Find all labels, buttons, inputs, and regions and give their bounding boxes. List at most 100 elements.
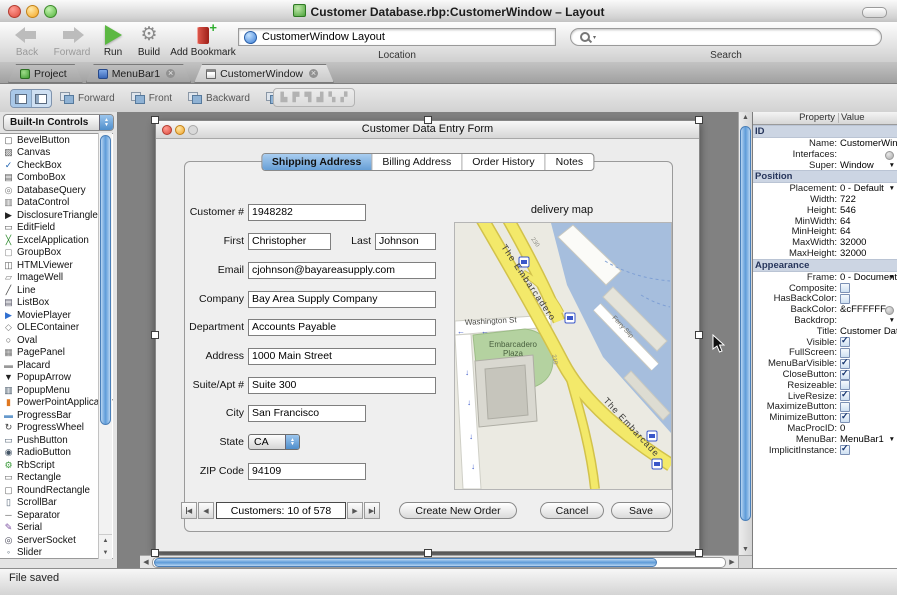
library-item-disclosuretriangle[interactable]: ▶DisclosureTriangle [0, 209, 113, 222]
state-popup[interactable]: CA▲▼ [248, 434, 300, 450]
selection-handle-se[interactable] [695, 549, 703, 557]
library-item-olecontainer[interactable]: ◇OLEContainer [0, 322, 113, 335]
property-checkbox[interactable] [840, 380, 850, 390]
value-column-header[interactable]: Value [841, 112, 865, 124]
property-checkbox[interactable] [840, 391, 850, 401]
library-item-editfield[interactable]: ▭EditField [0, 222, 113, 235]
build-button[interactable]: ⚙ Build [132, 24, 166, 58]
library-item-canvas[interactable]: ▨Canvas [0, 147, 113, 160]
add-bookmark-button[interactable]: Add Bookmark [168, 24, 238, 58]
property-value[interactable] [840, 402, 897, 412]
library-item-popupmenu[interactable]: ▥PopupMenu [0, 384, 113, 397]
dropdown-arrow-icon[interactable]: ▼ [889, 317, 895, 324]
library-item-radiobutton[interactable]: ◉RadioButton [0, 447, 113, 460]
library-item-datacontrol[interactable]: ▥DataControl [0, 197, 113, 210]
front-button[interactable]: Front [131, 92, 172, 104]
selection-handle-s[interactable] [424, 549, 432, 557]
property-value[interactable] [840, 370, 897, 380]
cancel-button[interactable]: Cancel [540, 502, 604, 519]
property-checkbox[interactable] [840, 294, 850, 304]
property-value[interactable] [840, 359, 897, 369]
property-value[interactable]: 0 [840, 423, 897, 434]
design-window[interactable]: Customer Data Entry Form Shipping Addres… [155, 120, 700, 552]
library-item-databasequery[interactable]: ◎DatabaseQuery [0, 184, 113, 197]
tab-customerwindow[interactable]: CustomerWindow× [194, 64, 334, 83]
property-value[interactable] [840, 348, 897, 358]
property-value[interactable]: 64 [840, 226, 897, 237]
forward-button[interactable]: Forward [50, 24, 94, 58]
library-item-groupbox[interactable]: ▢GroupBox [0, 247, 113, 260]
form-tab-order-history[interactable]: Order History [462, 154, 545, 170]
property-value[interactable]: 546 [840, 205, 897, 216]
property-value[interactable]: Customer Data E... [840, 326, 897, 337]
dropdown-arrow-icon[interactable]: ▼ [889, 436, 895, 443]
form-tab-billing-address[interactable]: Billing Address [372, 154, 462, 170]
property-value[interactable] [840, 413, 897, 423]
search-input[interactable]: ▾ [570, 28, 882, 46]
suite-apt-field[interactable]: Suite 300 [248, 377, 436, 394]
selection-handle-e[interactable] [695, 331, 703, 339]
forward-button[interactable]: Forward [60, 92, 115, 104]
code-mode-segment[interactable] [32, 90, 52, 107]
property-value[interactable] [840, 294, 897, 304]
library-item-scrollbar[interactable]: ▯ScrollBar [0, 497, 113, 510]
library-item-bevelbutton[interactable]: ▢BevelButton [0, 134, 113, 147]
library-item-listbox[interactable]: ▤ListBox [0, 297, 113, 310]
selection-handle-w[interactable] [151, 331, 159, 339]
city-field[interactable]: San Francisco [248, 405, 366, 422]
search-scope-caret-icon[interactable]: ▾ [593, 34, 596, 41]
email-field[interactable]: cjohnson@bayareasupply.com [248, 262, 436, 279]
property-checkbox[interactable] [840, 283, 850, 293]
library-item-separator[interactable]: ─Separator [0, 509, 113, 522]
last-name-field[interactable]: Johnson [375, 233, 436, 250]
library-item-powerpointapplication[interactable]: ▮PowerPointApplication [0, 397, 113, 410]
library-item-rectangle[interactable]: ▭Rectangle [0, 472, 113, 485]
layout-mode-segment[interactable] [11, 90, 32, 107]
selection-handle-sw[interactable] [151, 549, 159, 557]
property-value[interactable]: 32000 [840, 237, 897, 248]
library-item-htmlviewer[interactable]: ◫HTMLViewer [0, 259, 113, 272]
dropdown-arrow-icon[interactable]: ▼ [889, 162, 895, 169]
company-field[interactable]: Bay Area Supply Company [248, 291, 436, 308]
property-checkbox[interactable] [840, 348, 850, 358]
save-button[interactable]: Save [611, 502, 671, 519]
zip-code-field[interactable]: 94109 [248, 463, 366, 480]
library-item-movieplayer[interactable]: ▶MoviePlayer [0, 309, 113, 322]
dropdown-arrow-icon[interactable]: ▼ [889, 185, 895, 192]
library-item-oval[interactable]: ○Oval [0, 334, 113, 347]
library-item-checkbox[interactable]: ✓CheckBox [0, 159, 113, 172]
dropdown-arrow-icon[interactable]: ▼ [889, 274, 895, 281]
property-checkbox[interactable] [840, 402, 850, 412]
library-scroll-arrows[interactable]: ▲ ▼ [99, 534, 112, 559]
selection-handle-nw[interactable] [151, 116, 159, 124]
property-checkbox[interactable] [840, 445, 850, 455]
library-item-serial[interactable]: ✎Serial [0, 522, 113, 535]
property-value[interactable] [840, 445, 897, 455]
toolbar-toggle-pill[interactable] [862, 7, 887, 18]
canvas-scroll-up-icon[interactable]: ▲ [739, 114, 752, 121]
back-button[interactable]: Back [8, 24, 46, 58]
canvas-scroll-left-icon[interactable]: ◀ [140, 558, 152, 566]
canvas-horizontal-scroll-track[interactable] [152, 557, 726, 568]
canvas-scroll-down-icon[interactable]: ▼ [739, 546, 752, 553]
form-tab-shipping-address[interactable]: Shipping Address [262, 154, 372, 170]
canvas-vertical-scrollbar[interactable]: ▲ ▼ [738, 112, 752, 555]
customer-field[interactable]: 1948282 [248, 204, 366, 221]
property-value[interactable]: CustomerWindow [840, 138, 897, 149]
property-checkbox[interactable] [840, 337, 850, 347]
close-tab-icon[interactable]: × [166, 69, 175, 78]
library-item-placard[interactable]: ▬Placard [0, 359, 113, 372]
backward-button[interactable]: Backward [188, 92, 250, 104]
run-button[interactable]: Run [98, 24, 128, 58]
property-value[interactable] [840, 380, 897, 390]
library-item-rbscript[interactable]: ⚙RbScript [0, 459, 113, 472]
property-value[interactable] [840, 283, 897, 293]
library-item-popuparrow[interactable]: ▼PopupArrow [0, 372, 113, 385]
canvas-horizontal-scroll-thumb[interactable] [154, 558, 657, 567]
canvas-scroll-right-icon[interactable]: ▶ [726, 558, 738, 566]
create-new-order-button[interactable]: Create New Order [399, 502, 517, 519]
property-value[interactable] [840, 391, 897, 401]
property-value[interactable]: 64 [840, 216, 897, 227]
delivery-map[interactable]: ← ← ↓ ↓ ↓ ↓ The Embarcadero The Embarcad… [454, 222, 672, 490]
library-item-slider[interactable]: ◦Slider [0, 547, 113, 560]
